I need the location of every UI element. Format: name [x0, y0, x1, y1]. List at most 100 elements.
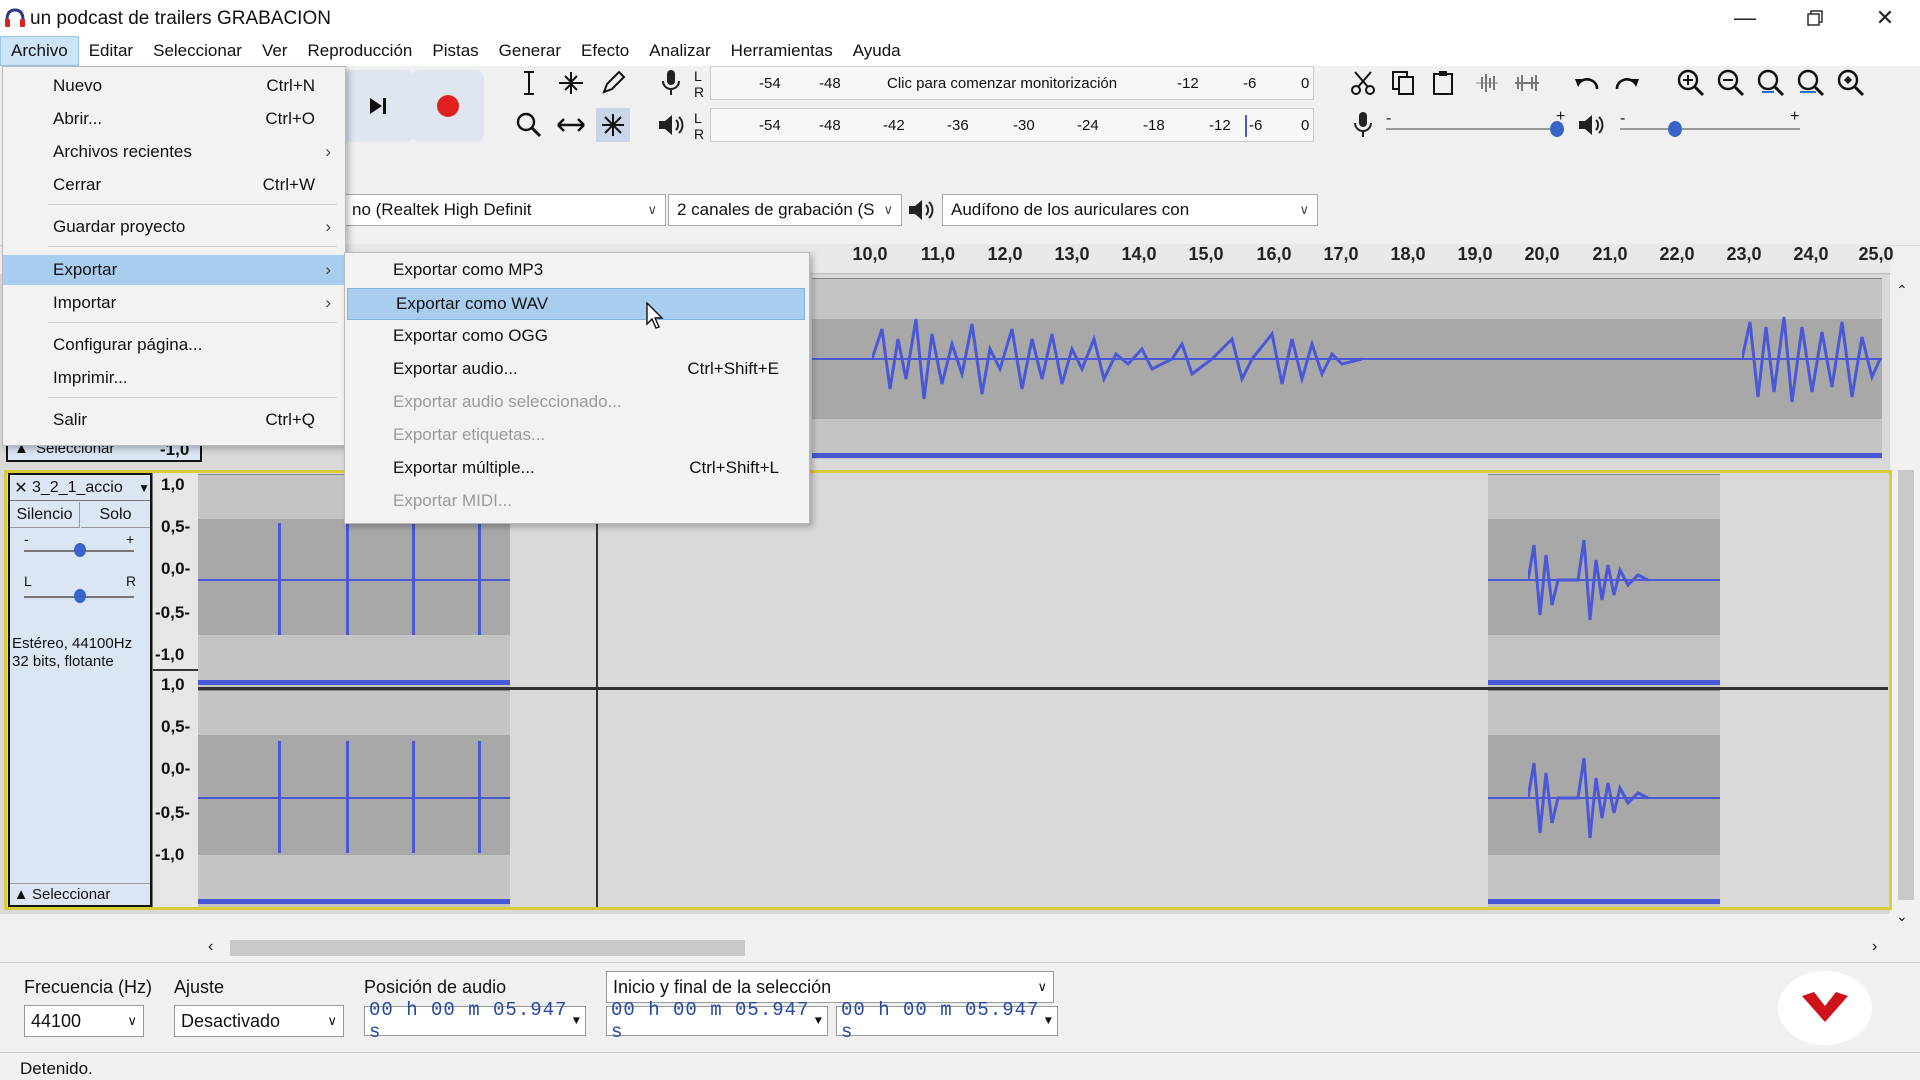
- record-button[interactable]: [412, 70, 484, 142]
- scroll-right-icon[interactable]: ›: [1872, 938, 1877, 956]
- track2-pan-right: R: [126, 573, 137, 589]
- timeshift-tool-icon[interactable]: [554, 108, 588, 142]
- track2-vertical-scale[interactable]: 1,0 0,5- 0,0- -0,5- -1,0 1,0 0,5- 0,0- -…: [152, 473, 199, 907]
- track1-clip[interactable]: [812, 278, 1882, 459]
- track2-control-panel: ✕ 3_2_1_accio ▼ Silencio Solo - + L R Es…: [8, 473, 152, 907]
- zoom-tool-icon[interactable]: [512, 108, 546, 142]
- scroll-down-icon[interactable]: ⌄: [1896, 908, 1908, 925]
- menu-item-configurar-pagina[interactable]: Configurar página...: [3, 330, 345, 360]
- collapse-icon[interactable]: ▲: [10, 886, 32, 903]
- recording-volume-thumb[interactable]: [1550, 121, 1564, 137]
- track1-waveform-end: [1740, 307, 1882, 411]
- menu-item-recientes[interactable]: Archivos recientes ›: [3, 137, 345, 167]
- copy-icon[interactable]: [1386, 66, 1420, 100]
- menu-generar[interactable]: Generar: [489, 37, 571, 65]
- track2-clip-b-left[interactable]: [1488, 474, 1720, 687]
- track2-clip-a-right[interactable]: [198, 690, 510, 907]
- multi-tool-icon[interactable]: [596, 108, 630, 142]
- menu-item-export-wav[interactable]: Exportar como WAV: [347, 288, 805, 320]
- track2-mute-button[interactable]: Silencio: [10, 502, 80, 528]
- paste-icon[interactable]: [1426, 66, 1460, 100]
- audio-position-field[interactable]: 00 h 00 m 05.947 s ▼: [364, 999, 586, 1043]
- project-rate-select[interactable]: 44100 ∨: [24, 1005, 144, 1037]
- rec-meter-monitor-hint[interactable]: Clic para comenzar monitorización: [887, 75, 1117, 92]
- track2-name-menu[interactable]: 3_2_1_accio: [32, 479, 138, 497]
- menu-archivo[interactable]: Archivo: [0, 36, 79, 66]
- skip-end-button[interactable]: [342, 70, 414, 142]
- rec-meter-tick: -12: [1177, 74, 1199, 92]
- zoom-in-icon[interactable]: [1674, 66, 1708, 100]
- track2-solo-button[interactable]: Solo: [81, 502, 150, 528]
- scroll-up-icon[interactable]: ⌃: [1896, 282, 1908, 299]
- chevron-down-icon[interactable]: ▼: [1045, 1014, 1053, 1028]
- menu-ver[interactable]: Ver: [252, 37, 298, 65]
- menu-item-exportar[interactable]: Exportar ›: [3, 255, 345, 285]
- cut-icon[interactable]: [1346, 66, 1380, 100]
- track2-close-icon[interactable]: ✕: [10, 478, 32, 498]
- menu-item-export-ogg[interactable]: Exportar como OGG: [345, 321, 809, 351]
- undo-icon[interactable]: [1570, 66, 1604, 100]
- minimize-icon[interactable]: —: [1710, 0, 1780, 36]
- menu-item-cerrar[interactable]: Cerrar Ctrl+W: [3, 170, 345, 200]
- fit-project-icon[interactable]: [1794, 66, 1828, 100]
- menu-item-importar[interactable]: Importar ›: [3, 288, 345, 318]
- ruler-label: 16,0: [1256, 244, 1292, 264]
- track2-pan-thumb[interactable]: [74, 589, 86, 603]
- menu-herramientas[interactable]: Herramientas: [721, 37, 843, 65]
- status-bar: Detenido.: [0, 1052, 1920, 1080]
- menu-item-nuevo[interactable]: Nuevo Ctrl+N: [3, 71, 345, 101]
- menu-editar[interactable]: Editar: [79, 37, 143, 65]
- menu-item-export-mp3[interactable]: Exportar como MP3: [345, 255, 809, 285]
- restore-icon[interactable]: [1780, 0, 1850, 36]
- selection-start-field[interactable]: 00 h 00 m 05.947 s ▼: [606, 999, 828, 1043]
- vertical-scrollbar-thumb[interactable]: [1898, 470, 1914, 900]
- menu-analizar[interactable]: Analizar: [639, 37, 720, 65]
- playback-meter[interactable]: -54 -48 -42 -36 -30 -24 -18 -12 -6 0: [710, 108, 1314, 142]
- speaker-icon[interactable]: [654, 108, 688, 142]
- chevron-down-icon: ∨: [327, 1013, 337, 1028]
- output-device-dropdown[interactable]: Audífono de los auriculares con ∨: [942, 194, 1318, 226]
- chevron-down-icon[interactable]: ▼: [573, 1014, 581, 1028]
- track2-gain-thumb[interactable]: [74, 543, 86, 557]
- track2-cursor-line: [596, 473, 598, 907]
- zoom-out-icon[interactable]: [1714, 66, 1748, 100]
- menu-item-export-audio[interactable]: Exportar audio... Ctrl+Shift+E: [345, 354, 809, 384]
- menu-item-imprimir[interactable]: Imprimir...: [3, 363, 345, 393]
- playback-volume-slider[interactable]: [1620, 128, 1800, 130]
- menu-pistas[interactable]: Pistas: [422, 37, 488, 65]
- chevron-down-icon[interactable]: ▼: [815, 1014, 823, 1028]
- microphone-icon[interactable]: [654, 66, 688, 100]
- chevron-down-icon[interactable]: ▼: [138, 481, 150, 495]
- zoom-toggle-icon[interactable]: [1834, 66, 1868, 100]
- menu-item-abrir[interactable]: Abrir... Ctrl+O: [3, 104, 345, 134]
- recording-volume-slider[interactable]: [1386, 128, 1562, 130]
- menu-item-guardar[interactable]: Guardar proyecto ›: [3, 212, 345, 242]
- menu-seleccionar[interactable]: Seleccionar: [143, 37, 252, 65]
- snap-select[interactable]: Desactivado ∨: [174, 1005, 344, 1037]
- menu-item-salir[interactable]: Salir Ctrl+Q: [3, 405, 345, 435]
- envelope-tool-icon[interactable]: [554, 66, 588, 100]
- ruler-label: 21,0: [1592, 244, 1628, 264]
- silence-audio-icon[interactable]: [1510, 66, 1544, 100]
- trim-audio-icon[interactable]: [1470, 66, 1504, 100]
- draw-tool-icon[interactable]: [596, 66, 630, 100]
- menu-ayuda[interactable]: Ayuda: [843, 37, 911, 65]
- input-device-dropdown[interactable]: no (Realtek High Definit ∨: [344, 194, 666, 226]
- horizontal-scrollbar-thumb[interactable]: [230, 940, 745, 956]
- selection-end-field[interactable]: 00 h 00 m 05.947 s ▼: [836, 999, 1058, 1043]
- menu-efecto[interactable]: Efecto: [571, 37, 639, 65]
- redo-icon[interactable]: [1610, 66, 1644, 100]
- close-icon[interactable]: ✕: [1850, 0, 1920, 36]
- track2-clip-b-right[interactable]: [1488, 690, 1720, 907]
- track2-select-button[interactable]: Seleccionar: [32, 886, 110, 903]
- fit-selection-icon[interactable]: [1754, 66, 1788, 100]
- play-meter-tick: -30: [1013, 116, 1035, 134]
- menu-item-export-multiple[interactable]: Exportar múltiple... Ctrl+Shift+L: [345, 453, 809, 483]
- channels-dropdown[interactable]: 2 canales de grabación (S ∨: [668, 194, 902, 226]
- menu-reproduccion[interactable]: Reproducción: [297, 37, 422, 65]
- playback-volume-thumb[interactable]: [1668, 121, 1682, 137]
- record-meter[interactable]: -54 -48 Clic para comenzar monitorizació…: [710, 66, 1314, 100]
- scroll-left-icon[interactable]: ‹: [208, 938, 213, 956]
- playback-volume-icon: [1574, 108, 1608, 142]
- selection-tool-icon[interactable]: [512, 66, 546, 100]
